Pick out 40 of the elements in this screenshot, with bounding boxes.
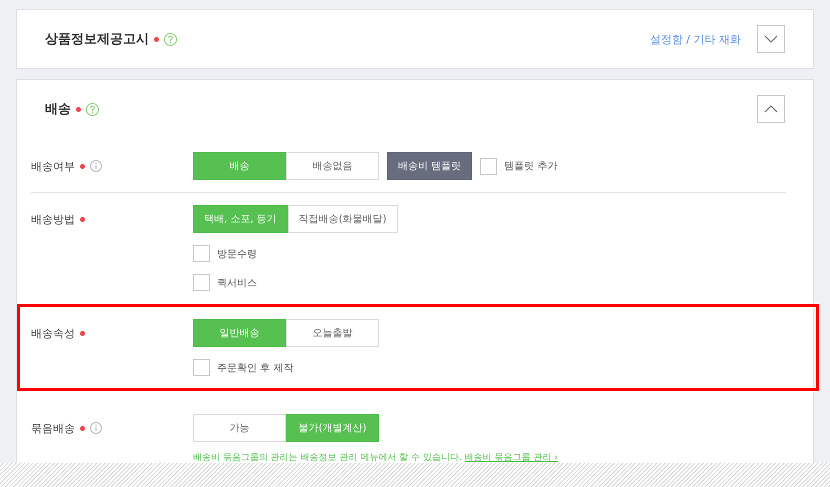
- option-button[interactable]: 오늘출발: [286, 319, 379, 347]
- manage-link[interactable]: 배송비 묶음그룹 관리 ›: [464, 453, 558, 463]
- required-dot: [76, 106, 81, 112]
- chevron-down-icon: [764, 35, 778, 43]
- option-button[interactable]: 배송: [193, 152, 286, 180]
- option-button[interactable]: 불가(개별계산): [286, 414, 379, 442]
- help-icon[interactable]: [86, 102, 99, 116]
- template-button[interactable]: 배송비 템플릿: [387, 152, 472, 180]
- required-dot: [80, 164, 85, 168]
- collapse-toggle[interactable]: [757, 25, 785, 53]
- chevron-up-icon: [764, 105, 778, 113]
- checkbox-label: 방문수령: [217, 248, 257, 260]
- required-dot: [80, 426, 85, 430]
- required-dot: [80, 330, 85, 336]
- help-icon[interactable]: [164, 32, 177, 46]
- checkbox[interactable]: [193, 359, 210, 376]
- checkbox-label: 템플릿 추가: [504, 160, 558, 173]
- checkbox[interactable]: [193, 245, 210, 262]
- field-label: 배송여부: [31, 158, 75, 174]
- checkbox[interactable]: [480, 158, 498, 174]
- option-button[interactable]: 일반배송: [193, 319, 286, 347]
- collapse-toggle[interactable]: [757, 95, 785, 123]
- checkbox[interactable]: [193, 274, 210, 291]
- option-button[interactable]: 직접배송(화물배달): [288, 205, 398, 233]
- info-icon[interactable]: [90, 422, 102, 434]
- checkbox-label: 퀵서비스: [217, 276, 257, 290]
- required-dot: [154, 36, 159, 42]
- field-label: 묶음배송: [31, 420, 75, 436]
- option-button[interactable]: 가능: [193, 414, 286, 442]
- checkbox-label: 주문확인 후 제작: [217, 362, 294, 374]
- field-label: 배송방법: [31, 212, 75, 226]
- section-title: 배송: [45, 101, 71, 118]
- settings-link[interactable]: 설정함 / 기타 재화: [650, 32, 741, 46]
- help-text: 배송비 묶음그룹의 관리는 배송정보 관리 메뉴에서 할 수 있습니다. 배송비 묶음그룹 관리 ›: [193, 452, 558, 464]
- section-title: 상품정보제공고시: [45, 31, 149, 48]
- option-button[interactable]: 택배, 소포, 등기: [193, 205, 288, 233]
- info-icon[interactable]: [90, 160, 102, 172]
- option-button[interactable]: 배송없음: [286, 152, 379, 180]
- field-label: 배송속성: [31, 326, 75, 340]
- required-dot: [80, 216, 85, 222]
